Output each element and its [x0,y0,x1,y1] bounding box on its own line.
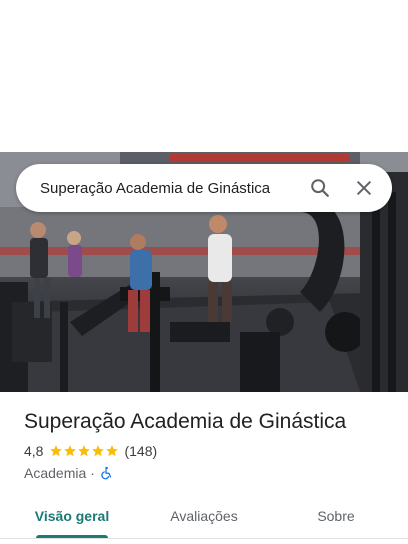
search-icon[interactable] [298,166,342,210]
star-icon [64,445,77,457]
star-icon [50,445,63,457]
rating-stars [49,444,119,458]
category-separator: · [90,465,95,481]
rating-row[interactable]: 4,8 (148) [24,442,394,460]
search-bar[interactable]: Superação Academia de Ginástica [16,164,392,212]
wheelchair-icon [101,466,112,480]
rating-value: 4,8 [24,443,44,459]
tab-reviews[interactable]: Avaliações [144,494,264,538]
place-category: Academia [24,465,87,481]
tab-label: Avaliações [170,508,238,524]
close-icon[interactable] [342,166,386,210]
star-icon [92,445,105,457]
tab-bar: Visão geral Avaliações Sobre [0,494,408,538]
tab-divider [0,538,408,539]
blank-area [0,0,408,152]
search-query-text[interactable]: Superação Academia de Ginástica [40,180,298,197]
tab-overview[interactable]: Visão geral [0,494,144,538]
review-count[interactable]: (148) [124,443,157,459]
tab-label: Visão geral [34,508,110,524]
place-info: Superação Academia de Ginástica 4,8 (148… [24,408,394,482]
category-row: Academia · [24,464,394,482]
tab-about[interactable]: Sobre [264,494,408,538]
star-icon [106,445,119,457]
star-icon [78,445,91,457]
place-title: Superação Academia de Ginástica [24,410,347,433]
tab-label: Sobre [317,508,355,524]
